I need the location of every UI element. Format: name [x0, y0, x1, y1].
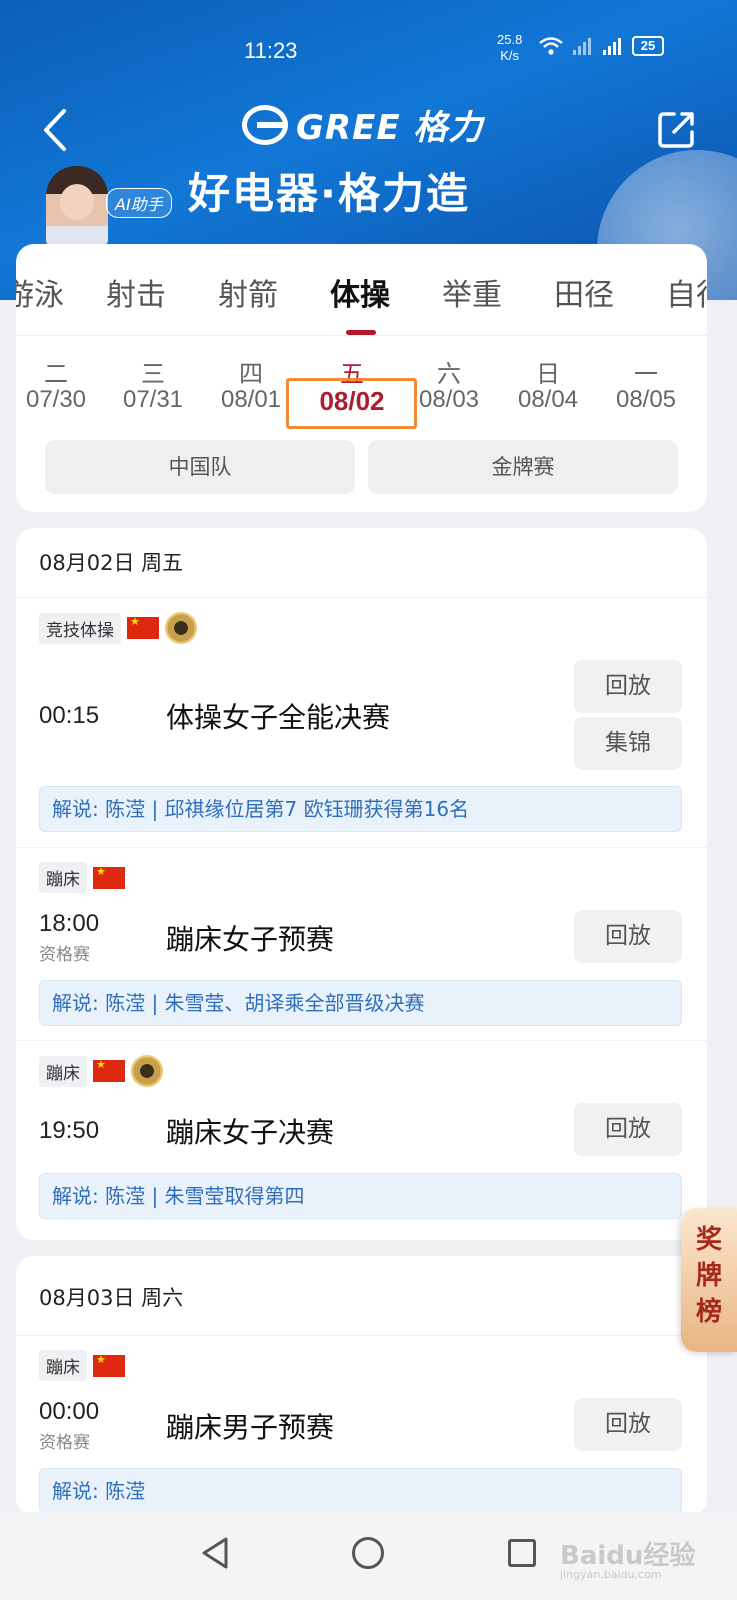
- event-title[interactable]: 体操女子全能决赛: [166, 696, 390, 736]
- sport-tabs: 游泳 射击 射箭 体操 举重 田径 自行: [16, 244, 707, 336]
- event-category-tag: 蹦床: [39, 1350, 87, 1381]
- day-schedule-card: 08月02日 周五 竞技体操 00:15 体操女子全能决赛 回放 集锦 解说: …: [16, 528, 707, 1240]
- replay-button[interactable]: 回放: [574, 660, 682, 713]
- day-header: 08月03日 周六: [16, 1256, 707, 1336]
- day-schedule-card: 08月03日 周六 蹦床 00:00 资格赛 蹦床男子预赛 回放 解说: 陈滢: [16, 1256, 707, 1516]
- replay-button[interactable]: 回放: [574, 1398, 682, 1451]
- event-title[interactable]: 蹦床女子预赛: [166, 918, 334, 958]
- back-button[interactable]: [38, 105, 74, 155]
- tab-cycling[interactable]: 自行: [666, 270, 707, 314]
- commentary-note[interactable]: 解说: 陈滢: [39, 1468, 682, 1514]
- 5g-signal-icon: [603, 38, 621, 55]
- date-value: 08/05: [615, 386, 677, 413]
- event-tags: 蹦床: [39, 862, 125, 893]
- event-row: 蹦床 19:50 蹦床女子决赛 回放 解说: 陈滢 | 朱雪莹取得第四: [16, 1041, 707, 1239]
- ai-assistant-badge[interactable]: AI助手: [106, 188, 172, 218]
- network-speed-unit: K/s: [500, 48, 520, 63]
- day-header: 08月02日 周五: [16, 528, 707, 598]
- active-tab-indicator: [346, 330, 376, 335]
- tab-swimming[interactable]: 游泳: [16, 270, 64, 314]
- tab-athletics[interactable]: 田径: [554, 270, 614, 314]
- event-stage: 资格赛: [39, 945, 90, 965]
- date-weekday: 六: [437, 360, 461, 388]
- share-button[interactable]: [654, 108, 698, 152]
- tab-gymnastics[interactable]: 体操: [330, 270, 390, 314]
- event-tags: 竞技体操: [39, 612, 197, 644]
- tab-archery[interactable]: 射箭: [218, 270, 278, 314]
- china-team-filter-button[interactable]: 中国队: [45, 440, 355, 494]
- tab-weightlifting[interactable]: 举重: [442, 270, 502, 314]
- status-icons: 25: [538, 36, 664, 56]
- event-category-tag: 蹦床: [39, 862, 87, 893]
- date-item[interactable]: 日 08/04: [503, 354, 593, 414]
- date-value: 08/04: [517, 386, 579, 413]
- date-item[interactable]: 六 08/03: [404, 354, 494, 414]
- gree-logo-icon: [242, 104, 288, 145]
- date-value: 08/03: [418, 386, 480, 413]
- event-category-tag: 蹦床: [39, 1055, 87, 1087]
- china-flag-icon: [127, 615, 159, 639]
- network-speed: 25.8 K/s: [497, 32, 522, 64]
- medal-table-label: 奖牌榜: [695, 1225, 722, 1327]
- event-time: 18:00: [39, 910, 100, 937]
- event-category-tag: 竞技体操: [39, 612, 121, 644]
- event-time: 00:15: [39, 702, 100, 729]
- watermark-main: Baidu经验: [560, 1541, 696, 1571]
- status-bar: 11:23 25.8 K/s 25: [0, 30, 737, 70]
- wifi-icon: [539, 37, 563, 55]
- slogan: 好电器·格力造: [188, 169, 470, 218]
- china-flag-icon: [93, 865, 125, 889]
- medal-table-tab[interactable]: 奖牌榜: [681, 1208, 737, 1352]
- event-row: 蹦床 00:00 资格赛 蹦床男子预赛 回放 解说: 陈滢: [16, 1336, 707, 1516]
- event-stage: 资格赛: [39, 1433, 90, 1453]
- date-selector: 二 07/30 三 07/31 四 08/01 五 08/02 六 08/03 …: [16, 344, 707, 434]
- baidu-watermark: Baidu经验 jingyan.baidu.com: [560, 1535, 695, 1581]
- event-tags: 蹦床: [39, 1055, 163, 1087]
- brand-logo: GREE 格力: [242, 100, 483, 149]
- date-item[interactable]: 二 07/30: [16, 354, 101, 414]
- date-value: 08/01: [220, 386, 282, 413]
- brand-name: GREE 格力: [296, 108, 484, 148]
- china-flag-icon: [93, 1058, 125, 1082]
- commentary-note[interactable]: 解说: 陈滢 | 朱雪莹、胡译乘全部晋级决赛: [39, 980, 682, 1026]
- battery-icon: 25: [632, 36, 664, 56]
- selected-date-highlight: [286, 378, 417, 429]
- nav-recent-apps-icon[interactable]: [508, 1539, 536, 1567]
- date-weekday: 二: [44, 360, 68, 388]
- commentary-note[interactable]: 解说: 陈滢 | 朱雪莹取得第四: [39, 1173, 682, 1219]
- highlights-button[interactable]: 集锦: [574, 717, 682, 770]
- date-item[interactable]: 三 07/31: [108, 354, 198, 414]
- date-weekday: 三: [141, 360, 165, 388]
- event-tags: 蹦床: [39, 1350, 125, 1381]
- event-row: 竞技体操 00:15 体操女子全能决赛 回放 集锦 解说: 陈滢 | 邱祺缘位居…: [16, 598, 707, 848]
- tab-shooting[interactable]: 射击: [106, 270, 166, 314]
- filter-card: 游泳 射击 射箭 体操 举重 田径 自行 二 07/30 三 07/31 四 0…: [16, 244, 707, 512]
- gold-medal-filter-button[interactable]: 金牌赛: [368, 440, 678, 494]
- date-item[interactable]: 一 08/05: [601, 354, 691, 414]
- gold-medal-icon: [165, 612, 197, 644]
- ai-assistant-avatar[interactable]: [46, 166, 108, 246]
- nav-home-icon[interactable]: [352, 1537, 384, 1569]
- event-time: 19:50: [39, 1117, 100, 1144]
- date-value: 07/30: [25, 386, 87, 413]
- event-title[interactable]: 蹦床男子预赛: [166, 1406, 334, 1446]
- date-weekday: 日: [536, 360, 560, 388]
- event-title[interactable]: 蹦床女子决赛: [166, 1111, 334, 1151]
- signal-icon: [573, 38, 591, 55]
- network-speed-value: 25.8: [497, 32, 523, 47]
- status-time: 11:23: [244, 38, 298, 63]
- date-value: 07/31: [122, 386, 184, 413]
- gold-medal-icon: [131, 1055, 163, 1087]
- event-time: 00:00: [39, 1398, 100, 1425]
- china-flag-icon: [93, 1353, 125, 1377]
- date-weekday: 一: [634, 360, 658, 388]
- commentary-note[interactable]: 解说: 陈滢 | 邱祺缘位居第7 欧钰珊获得第16名: [39, 786, 682, 832]
- nav-back-icon[interactable]: [200, 1536, 230, 1570]
- replay-button[interactable]: 回放: [574, 910, 682, 963]
- event-row: 蹦床 18:00 资格赛 蹦床女子预赛 回放 解说: 陈滢 | 朱雪莹、胡译乘全…: [16, 848, 707, 1041]
- replay-button[interactable]: 回放: [574, 1103, 682, 1156]
- date-weekday: 四: [239, 360, 263, 388]
- date-item[interactable]: 四 08/01: [206, 354, 296, 414]
